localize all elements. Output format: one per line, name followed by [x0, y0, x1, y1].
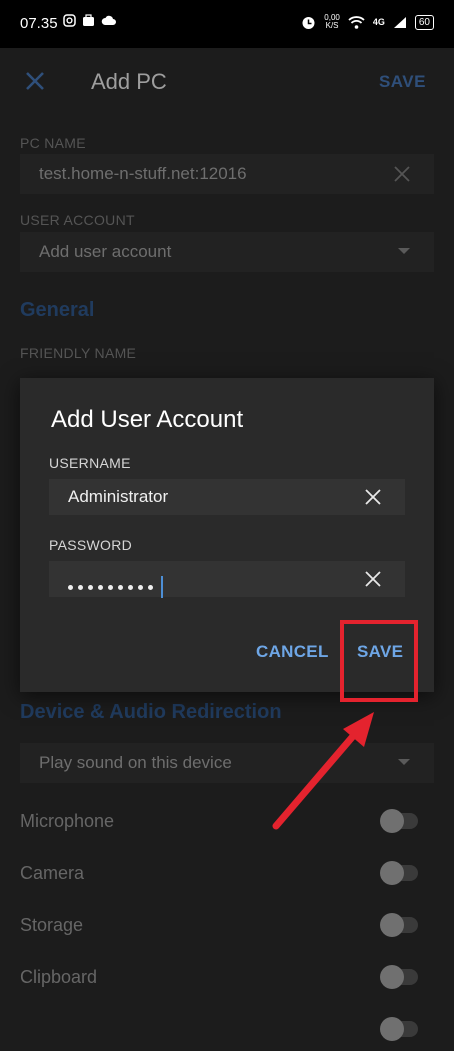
toggle-row-clipboard: Clipboard: [20, 959, 434, 999]
toggle-knob: [380, 965, 404, 989]
clear-icon[interactable]: [363, 487, 383, 507]
toggle-knob: [380, 809, 404, 833]
cloud-icon: [101, 15, 116, 25]
toggle-label: Microphone: [20, 811, 115, 831]
pc-name-label: PC NAME: [20, 135, 86, 151]
battery-icon: 60: [414, 14, 434, 30]
user-account-value: Add user account: [39, 242, 172, 261]
toggle-knob: [380, 1017, 404, 1041]
status-time: 07.35: [20, 15, 58, 32]
text-caret: [161, 576, 163, 598]
toggle-label: Clipboard: [20, 967, 98, 987]
cancel-button[interactable]: CANCEL: [256, 642, 329, 662]
network-type: 4G: [372, 17, 385, 27]
app-bar: Add PC SAVE: [0, 48, 454, 116]
toggle-row-camera: Camera: [20, 855, 434, 895]
net-speed: 0,00 K/S: [324, 13, 340, 30]
password-label: PASSWORD: [49, 537, 133, 553]
wifi-icon: [348, 15, 365, 29]
clear-icon[interactable]: [363, 569, 383, 589]
toggle-row-storage: Storage: [20, 907, 434, 947]
user-account-label: USER ACCOUNT: [20, 212, 135, 228]
username-label: USERNAME: [49, 455, 131, 471]
highlight-box: [340, 620, 418, 702]
password-dot: [148, 584, 153, 590]
briefcase-icon: [83, 14, 94, 26]
dialog-title: Add User Account: [51, 406, 244, 433]
alarm-icon: [302, 16, 315, 29]
password-dot: [128, 584, 133, 590]
user-account-dropdown[interactable]: Add user account: [20, 232, 434, 272]
password-dot: [108, 584, 113, 590]
toggle-label: Camera: [20, 863, 85, 883]
clear-icon[interactable]: [392, 164, 412, 184]
chevron-down-icon: [398, 759, 410, 765]
username-value: Administrator: [68, 487, 169, 506]
toggle-knob: [380, 913, 404, 937]
password-dot: [118, 584, 123, 590]
microphone-toggle[interactable]: [380, 809, 418, 833]
password-dot: [78, 584, 83, 590]
general-heading: General: [20, 299, 95, 321]
pc-name-field[interactable]: test.home-n-stuff.net:12016: [20, 154, 434, 194]
password-dot: [68, 584, 73, 590]
status-bar: 07.35 0,00 K/S 4G 60: [0, 0, 454, 48]
password-field[interactable]: [49, 561, 405, 598]
toggle-row-microphone: Microphone: [20, 803, 434, 843]
page-title: Add PC: [91, 69, 167, 94]
toggle-knob: [380, 861, 404, 885]
password-dot: [98, 584, 103, 590]
password-dot: [138, 584, 143, 590]
clipboard-toggle[interactable]: [380, 965, 418, 989]
password-masked-value: [68, 576, 163, 598]
toggle-row-partial: [20, 1011, 434, 1051]
close-icon[interactable]: [22, 68, 48, 94]
signal-icon: [393, 16, 406, 28]
pc-name-value: test.home-n-stuff.net:12016: [39, 164, 247, 183]
instagram-icon: [63, 14, 76, 27]
toolbar-save-button[interactable]: SAVE: [379, 72, 426, 92]
friendly-name-label: FRIENDLY NAME: [20, 345, 137, 361]
toggle-partial[interactable]: [380, 1017, 418, 1041]
sound-dropdown[interactable]: Play sound on this device: [20, 743, 434, 783]
username-field[interactable]: Administrator: [49, 479, 405, 515]
storage-toggle[interactable]: [380, 913, 418, 937]
chevron-down-icon: [398, 248, 410, 254]
camera-toggle[interactable]: [380, 861, 418, 885]
device-audio-heading: Device & Audio Redirection: [20, 701, 282, 723]
password-dot: [88, 584, 93, 590]
toggle-label: Storage: [20, 915, 84, 935]
sound-dropdown-value: Play sound on this device: [39, 753, 232, 772]
